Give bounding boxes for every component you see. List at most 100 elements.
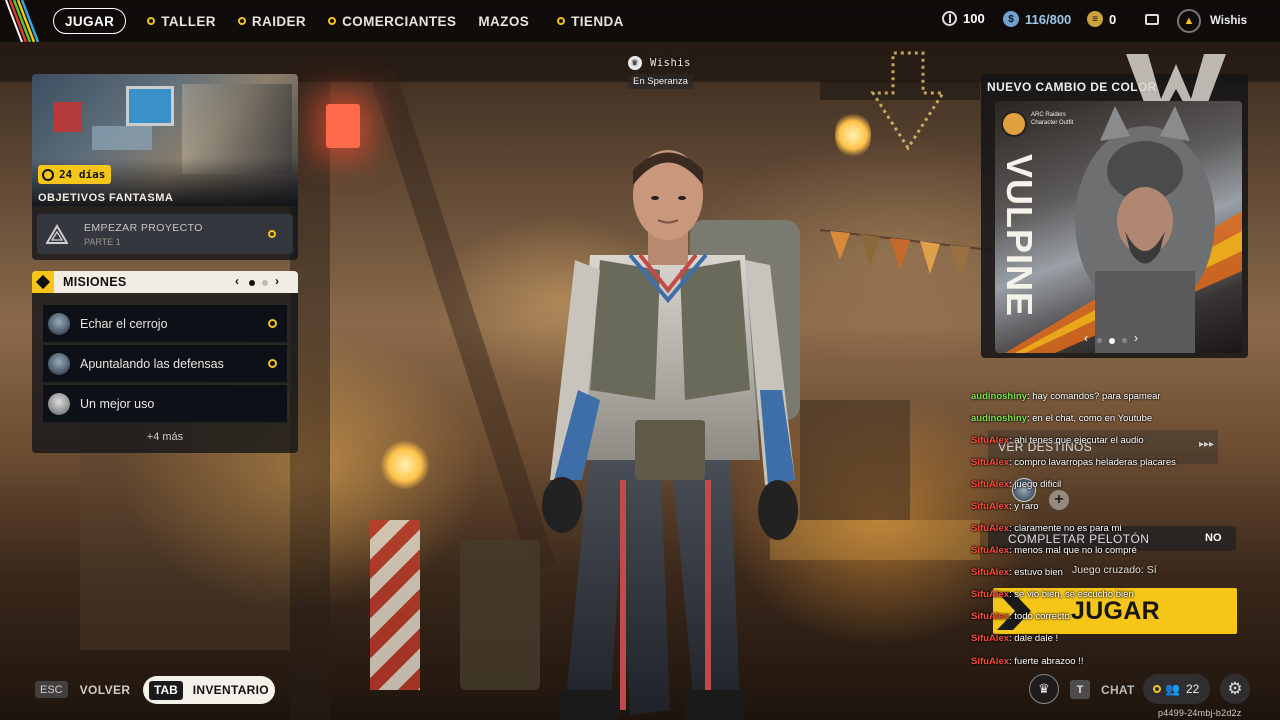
nav-tab-taller[interactable]: TALLER — [147, 8, 216, 34]
top-navigation-bar: JUGAR TALLER RAIDER COMERCIANTES MAZOS T… — [0, 0, 1280, 42]
chat-message: SifuAlex: todo correcto — [971, 611, 1070, 622]
background-crowd — [80, 420, 290, 650]
friends-icon: 👥 — [1165, 682, 1180, 696]
chat-username: SifuAlex — [971, 567, 1010, 578]
chat-text: en el chat, como en Youtube — [1032, 413, 1153, 424]
project-start-item[interactable]: EMPEZAR PROYECTO PARTE 1 — [37, 214, 293, 254]
nav-tab-jugar[interactable]: JUGAR — [53, 8, 127, 34]
settings-gear-icon[interactable]: ⚙ — [1220, 674, 1250, 704]
friends-button[interactable]: 👥 22 — [1143, 674, 1210, 704]
chat-text: estuvo bien — [1014, 567, 1063, 578]
chat-username: SifuAlex — [971, 501, 1010, 512]
game-logo-stripes — [5, 0, 40, 42]
nav-tab-tienda[interactable]: TIENDA — [557, 8, 624, 34]
hanging-lamp — [835, 110, 871, 160]
chat-text: compro lavarropas heladeras placares — [1014, 457, 1176, 468]
chat-username: SifuAlex — [971, 523, 1010, 534]
timer-icon — [42, 168, 54, 181]
back-control[interactable]: ESC VOLVER — [35, 681, 130, 698]
nav-tab-comerciantes[interactable]: COMERCIANTES — [328, 8, 456, 34]
nav-tab-mazos[interactable]: MAZOS — [478, 8, 529, 34]
ghost-objectives-image — [32, 74, 298, 206]
chat-username: SifuAlex — [971, 656, 1010, 667]
nav-tab-label: MAZOS — [478, 13, 530, 29]
monitor-screen — [126, 86, 174, 126]
days-remaining-text: 24 días — [59, 168, 106, 181]
chat-text: se vio bien, se escucho bien — [1014, 589, 1134, 600]
page-dot — [262, 280, 268, 286]
missions-header: MISIONES ‹ › — [32, 271, 298, 293]
play-button-label: JUGAR — [1071, 597, 1161, 625]
notification-dot-icon — [328, 17, 337, 25]
notification-dot-icon — [1153, 685, 1161, 693]
invite-plus-icon[interactable]: + — [1049, 490, 1069, 510]
carousel-next-icon[interactable]: › — [1134, 331, 1138, 345]
mission-item[interactable]: Echar el cerrojo — [43, 305, 287, 343]
chat-username: SifuAlex — [971, 545, 1010, 556]
ghost-objectives-title: OBJETIVOS FANTASMA — [38, 192, 174, 204]
chat-message: SifuAlex: y raro — [971, 501, 1039, 512]
missions-more-link[interactable]: +4 más — [32, 431, 298, 443]
chat-text: juego dificil — [1014, 479, 1062, 490]
mission-avatar-icon — [48, 312, 70, 335]
notification-dot-icon — [268, 359, 277, 368]
chat-text: ahi tenes que ejecutar el audio — [1014, 435, 1144, 446]
red-light — [326, 104, 360, 148]
profile-rank-icon[interactable]: ▲ — [1177, 9, 1201, 33]
new-color-promo-panel[interactable]: NUEVO CAMBIO DE COLOR ARC Raiders Charac… — [981, 54, 1248, 358]
chat-username: SifuAlex — [971, 589, 1010, 600]
currency-coins: 100 — [942, 11, 985, 26]
chat-message: SifuAlex: se vio bien, se escucho bien — [971, 589, 1134, 600]
chat-message: audinoshiny: en el chat, como en Youtube — [971, 413, 1153, 424]
mission-item[interactable]: Un mejor uso — [43, 385, 287, 423]
main-nav: JUGAR TALLER RAIDER COMERCIANTES MAZOS T… — [53, 8, 646, 34]
project-title: EMPEZAR PROYECTO — [84, 222, 203, 234]
carousel-prev-icon[interactable]: ‹ — [1084, 331, 1088, 345]
vulpine-outfit-card[interactable]: ARC Raiders Character Outfit VULPINE ‹ › — [995, 101, 1242, 353]
coins-value: 100 — [963, 11, 985, 26]
back-label: VOLVER — [79, 682, 131, 697]
nav-tab-label: TIENDA — [571, 13, 624, 29]
carousel-dot-active — [1109, 338, 1115, 344]
missions-panel: MISIONES ‹ › Echar el cerrojo Apuntaland… — [32, 271, 298, 453]
chat-message: SifuAlex: menos mal que no lo compré — [971, 545, 1137, 556]
coin-icon — [942, 11, 957, 26]
player-character — [542, 150, 800, 720]
token-icon: ≡ — [1087, 11, 1103, 27]
notification-dot-icon — [268, 319, 277, 328]
chat-text: dale dale ! — [1014, 633, 1059, 644]
notification-dot-icon — [237, 17, 246, 25]
inventory-button[interactable]: TAB INVENTARIO — [143, 676, 275, 704]
inventory-label: INVENTARIO — [192, 683, 269, 697]
profile-username[interactable]: Wishis — [1210, 15, 1247, 27]
missions-icon — [32, 271, 54, 293]
build-id: p4499-24mbj-b2d2z — [1158, 708, 1242, 718]
crates — [800, 400, 910, 520]
player-name: Wishis — [650, 57, 691, 69]
mail-icon[interactable] — [1145, 14, 1159, 25]
nav-tab-label: JUGAR — [65, 13, 115, 29]
yellow-lamp — [380, 440, 430, 490]
next-page-icon[interactable]: › — [275, 274, 279, 288]
player-rank-badge-icon[interactable]: ♛ — [1029, 674, 1059, 704]
cred-value: 116/800 — [1025, 11, 1072, 27]
chat-text: hay comandos? para spamear — [1032, 391, 1161, 402]
striped-barrier — [370, 520, 420, 690]
mission-label: Un mejor uso — [80, 396, 155, 411]
page-dot-active — [249, 280, 255, 286]
currency-tokens: ≡ 0 — [1087, 11, 1116, 27]
chat-control[interactable]: T CHAT — [1070, 680, 1135, 699]
chat-message: SifuAlex: estuvo bien — [971, 567, 1063, 578]
crown-icon: ♛ — [628, 56, 642, 70]
friends-count: 22 — [1185, 682, 1200, 696]
tab-key-icon: TAB — [149, 680, 183, 700]
ghost-objectives-panel[interactable]: 24 días OBJETIVOS FANTASMA EMPEZAR PROYE… — [32, 74, 298, 260]
chat-username: SifuAlex — [971, 633, 1010, 644]
mission-item[interactable]: Apuntalando las defensas — [43, 345, 287, 383]
prev-page-icon[interactable]: ‹ — [235, 274, 239, 288]
player-location: En Speranza — [628, 74, 693, 89]
nav-tab-raider[interactable]: RAIDER — [237, 8, 306, 34]
cred-icon: $ — [1003, 11, 1019, 27]
chat-username: audinoshiny — [971, 391, 1027, 402]
nav-tab-label: COMERCIANTES — [342, 13, 457, 29]
